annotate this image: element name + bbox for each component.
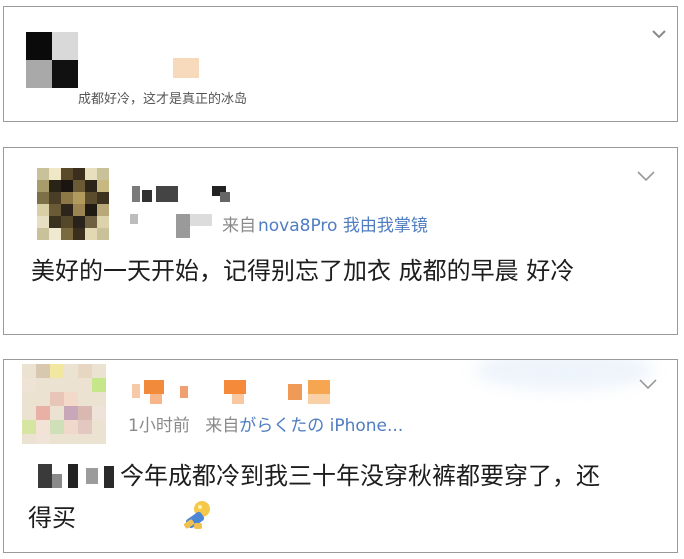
username-blurred[interactable] <box>132 380 352 406</box>
avatar[interactable] <box>37 168 109 240</box>
timestamp-blurred <box>190 214 212 226</box>
username-blurred[interactable] <box>132 186 232 202</box>
timestamp-blurred <box>130 214 138 224</box>
post-card-1: 成都好冷，这才是真正的冰岛 <box>3 6 678 122</box>
avatar[interactable] <box>26 32 78 88</box>
post-card-3: 1小时前 来自がらくたの iPhone... 今年成都冷到我三十年没穿秋裤都要穿… <box>3 359 678 553</box>
post-text: 成都好冷，这才是真正的冰岛 <box>78 92 248 107</box>
post-card-2: 来自 nova8Pro 我由我掌镜 美好的一天开始，记得别忘了加衣 成都的早晨 好… <box>3 147 678 335</box>
source-link[interactable]: nova8Pro 我由我掌镜 <box>258 216 428 236</box>
chevron-down-icon[interactable] <box>651 29 669 41</box>
background-decoration <box>474 360 654 390</box>
avatar[interactable] <box>22 364 106 444</box>
post-text: 今年成都冷到我三十年没穿秋裤都要穿了，还得买 <box>28 462 600 532</box>
meta-prefix: 来自 <box>222 216 256 236</box>
timestamp: 1小时前 <box>128 416 190 436</box>
timestamp-blurred <box>176 214 190 238</box>
post-text: 美好的一天开始，记得别忘了加衣 成都的早晨 好冷 <box>31 257 575 285</box>
chevron-down-icon[interactable] <box>636 170 655 182</box>
chevron-down-icon[interactable] <box>638 378 657 390</box>
emoji-icon <box>180 499 214 533</box>
meta-prefix: 来自 <box>205 416 240 436</box>
username-blurred[interactable] <box>173 58 199 78</box>
post-meta: 1小时前 来自がらくたの iPhone... <box>128 411 403 436</box>
source-link[interactable]: がらくたの iPhone... <box>239 416 403 436</box>
post-meta: 来自 nova8Pro 我由我掌镜 <box>222 211 428 236</box>
